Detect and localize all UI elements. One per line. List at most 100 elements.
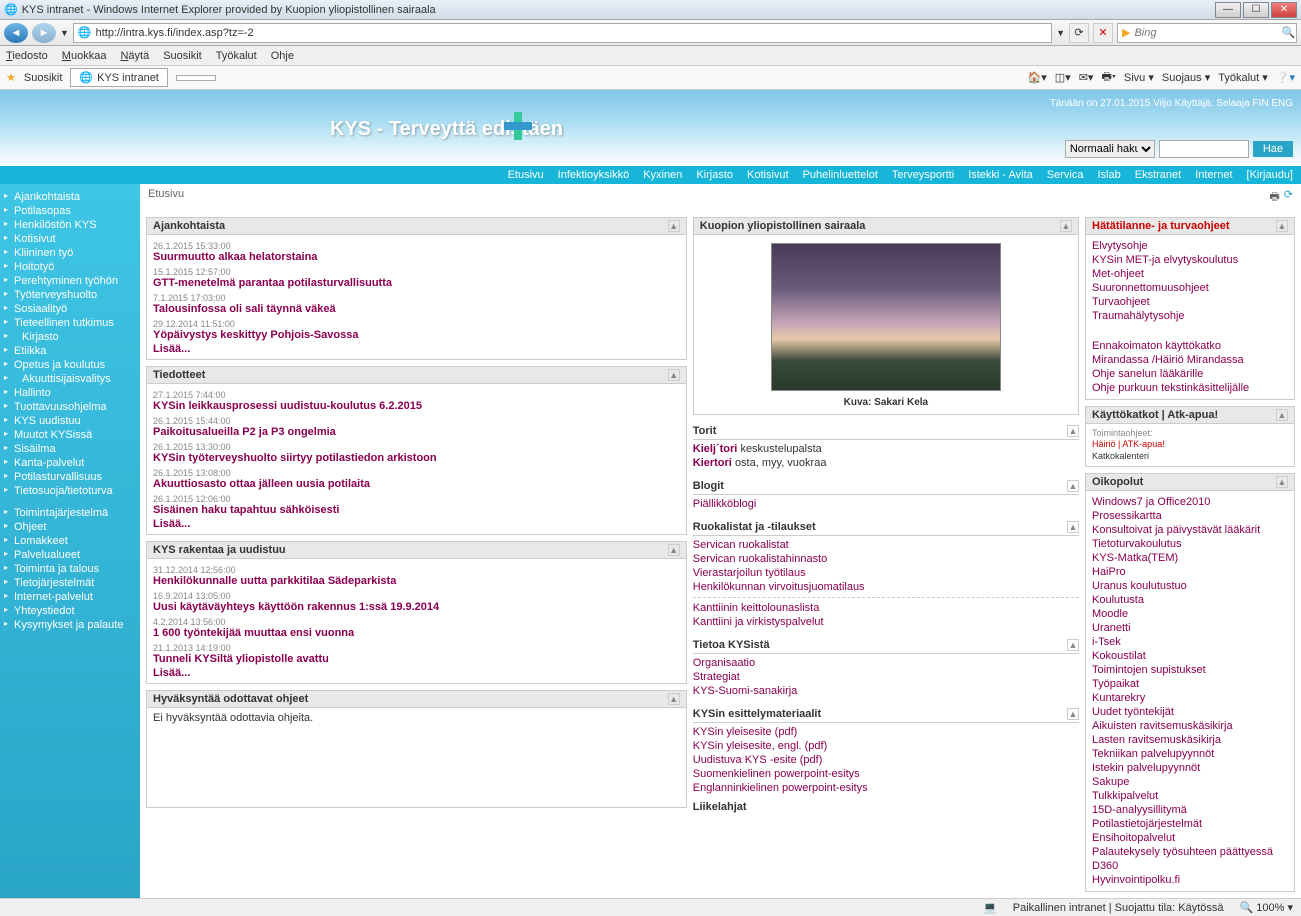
hata-link[interactable]: Elvytysohje <box>1092 239 1288 253</box>
url-dropdown-icon[interactable]: ▼ <box>1056 28 1065 38</box>
collapse-icon[interactable]: ▲ <box>1067 480 1079 492</box>
sidebar-item[interactable]: Muutot KYSissä <box>4 428 136 442</box>
collapse-icon[interactable]: ▲ <box>668 544 680 556</box>
stop-button[interactable]: ✕ <box>1093 23 1113 43</box>
esittely-link[interactable]: Uudistuva KYS -esite (pdf) <box>693 753 1079 767</box>
oikopolku-link[interactable]: Sakupe <box>1092 775 1288 789</box>
zoom-control[interactable]: 🔍 100% ▾ <box>1240 901 1293 914</box>
torit-link[interactable]: Kielj´tori keskustelupalsta <box>693 442 1079 456</box>
oikopolku-link[interactable]: Windows7 ja Office2010 <box>1092 495 1288 509</box>
news-link[interactable]: Yöpäivystys keskittyy Pohjois-Savossa <box>153 329 680 341</box>
search-input[interactable] <box>1134 27 1277 39</box>
sidebar-item[interactable]: Lomakkeet <box>4 534 136 548</box>
oikopolku-link[interactable]: Tekniikan palvelupyynnöt <box>1092 747 1288 761</box>
refresh-page-icon[interactable]: ⟳ <box>1284 188 1293 207</box>
more-link[interactable]: Lisää... <box>153 518 680 530</box>
sidebar-item[interactable]: Kirjasto <box>4 330 136 344</box>
more-link[interactable]: Lisää... <box>153 343 680 355</box>
news-link[interactable]: Paikoitusalueilla P2 ja P3 ongelmia <box>153 426 680 438</box>
sidebar-item[interactable]: KYS uudistuu <box>4 414 136 428</box>
hata-link[interactable]: Ohje sanelun lääkärille <box>1092 367 1288 381</box>
esittely-link[interactable]: Englanninkielinen powerpoint-esitys <box>693 781 1079 795</box>
hata-link[interactable]: Ennakoimaton käyttökatko <box>1092 339 1288 353</box>
sidebar-item[interactable]: Kotisivut <box>4 232 136 246</box>
news-link[interactable]: Sisäinen haku tapahtuu sähköisesti <box>153 504 680 516</box>
sidebar-item[interactable]: Toiminta ja talous <box>4 562 136 576</box>
sidebar-item[interactable]: Kanta-palvelut <box>4 456 136 470</box>
topnav-islab[interactable]: Islab <box>1097 169 1120 181</box>
dropdown-icon[interactable]: ▼ <box>60 28 69 38</box>
sidebar-item[interactable]: Yhteystiedot <box>4 604 136 618</box>
oikopolku-link[interactable]: Istekin palvelupyynnöt <box>1092 761 1288 775</box>
collapse-icon[interactable]: ▲ <box>1067 639 1079 651</box>
oikopolku-link[interactable]: Aikuisten ravitsemuskäsikirja <box>1092 719 1288 733</box>
sidebar-item[interactable]: Henkilöstön KYS <box>4 218 136 232</box>
topnav-ekstranet[interactable]: Ekstranet <box>1135 169 1181 181</box>
close-button[interactable]: ✕ <box>1271 2 1297 18</box>
help-icon[interactable]: ❔▾ <box>1276 71 1295 84</box>
oikopolku-link[interactable]: Toimintojen supistukset <box>1092 663 1288 677</box>
hata-link[interactable]: KYSin MET-ja elvytyskoulutus <box>1092 253 1288 267</box>
oikopolku-link[interactable]: Lasten ravitsemuskäsikirja <box>1092 733 1288 747</box>
hae-button[interactable]: Hae <box>1253 141 1293 157</box>
news-link[interactable]: Tunneli KYSiltä yliopistolle avattu <box>153 653 680 665</box>
oikopolku-link[interactable]: KYS-Matka(TEM) <box>1092 551 1288 565</box>
forward-button[interactable]: ► <box>32 23 56 43</box>
tietoa-link[interactable]: Strategiat <box>693 670 1079 684</box>
maximize-button[interactable]: ☐ <box>1243 2 1269 18</box>
oikopolku-link[interactable]: Hyvinvointipolku.fi <box>1092 873 1288 887</box>
collapse-icon[interactable]: ▲ <box>668 369 680 381</box>
oikopolku-link[interactable]: HaiPro <box>1092 565 1288 579</box>
new-tab-button[interactable] <box>176 75 216 81</box>
sidebar-item[interactable]: Internet-palvelut <box>4 590 136 604</box>
oikopolku-link[interactable]: Potilastietojärjestelmät <box>1092 817 1288 831</box>
collapse-icon[interactable]: ▲ <box>1067 521 1079 533</box>
news-link[interactable]: Talousinfossa oli sali täynnä väkeä <box>153 303 680 315</box>
sidebar-item[interactable]: Potilasturvallisuus <box>4 470 136 484</box>
back-button[interactable]: ◄ <box>4 23 28 43</box>
minimize-button[interactable]: — <box>1215 2 1241 18</box>
sidebar-item[interactable]: Hoitotyö <box>4 260 136 274</box>
news-link[interactable]: Suurmuutto alkaa helatorstaina <box>153 251 680 263</box>
oikopolku-link[interactable]: Ensihoitopalvelut <box>1092 831 1288 845</box>
site-search-input[interactable] <box>1159 140 1249 158</box>
katko-link[interactable]: Häiriö | ATK-apua! <box>1092 438 1288 450</box>
collapse-icon[interactable]: ▲ <box>668 693 680 705</box>
esittely-link[interactable]: Suomenkielinen powerpoint-esitys <box>693 767 1079 781</box>
oikopolku-link[interactable]: Palautekysely työsuhteen päättyessä <box>1092 845 1288 859</box>
oikopolku-link[interactable]: 15D-analyysillitymä <box>1092 803 1288 817</box>
browser-tab[interactable]: 🌐 KYS intranet <box>70 68 167 87</box>
search-icon[interactable]: 🔍 <box>1281 26 1295 39</box>
sidebar-item[interactable]: Kliininen työ <box>4 246 136 260</box>
news-link[interactable]: Henkilökunnalle uutta parkkitilaa Sädepa… <box>153 575 680 587</box>
tietoa-link[interactable]: Organisaatio <box>693 656 1079 670</box>
oikopolku-link[interactable]: i-Tsek <box>1092 635 1288 649</box>
collapse-icon[interactable]: ▲ <box>1276 409 1288 421</box>
sidebar-item[interactable]: Tuottavuusohjelma <box>4 400 136 414</box>
oikopolku-link[interactable]: D360 <box>1092 859 1288 873</box>
topnav-internet[interactable]: Internet <box>1195 169 1232 181</box>
topnav-kirjasto[interactable]: Kirjasto <box>696 169 733 181</box>
collapse-icon[interactable]: ▲ <box>1276 476 1288 488</box>
sidebar-item[interactable]: Kysymykset ja palaute <box>4 618 136 632</box>
collapse-icon[interactable]: ▲ <box>1067 425 1079 437</box>
oikopolku-link[interactable]: Kuntarekry <box>1092 691 1288 705</box>
ruoka-link[interactable]: Kanttiinin keittolounaslista <box>693 601 1079 615</box>
hata-link[interactable]: Mirandassa /Häiriö Mirandassa <box>1092 353 1288 367</box>
ruoka-link[interactable]: Vierastarjoilun työtilaus <box>693 566 1079 580</box>
topnav-kyxinen[interactable]: Kyxinen <box>643 169 682 181</box>
oikopolku-link[interactable]: Uudet työntekijät <box>1092 705 1288 719</box>
torit-link[interactable]: Kiertori osta, myy, vuokraa <box>693 456 1079 470</box>
search-mode-select[interactable]: Normaali haku <box>1065 140 1155 158</box>
sidebar-item[interactable]: Työterveyshuolto <box>4 288 136 302</box>
sidebar-item[interactable]: Tieteellinen tutkimus <box>4 316 136 330</box>
refresh-button[interactable]: ⟳ <box>1069 23 1089 43</box>
home-icon[interactable]: 🏠▾ <box>1028 71 1047 84</box>
sidebar-item[interactable]: Ajankohtaista <box>4 190 136 204</box>
oikopolku-link[interactable]: Uranus koulutustuo <box>1092 579 1288 593</box>
feeds-icon[interactable]: ◫▾ <box>1055 71 1071 84</box>
oikopolku-link[interactable]: Uranetti <box>1092 621 1288 635</box>
page-menu[interactable]: Sivu ▾ <box>1124 71 1154 84</box>
menu-muokkaa[interactable]: Muokkaa <box>62 50 107 62</box>
print-page-icon[interactable]: 🖶 <box>1269 188 1279 207</box>
